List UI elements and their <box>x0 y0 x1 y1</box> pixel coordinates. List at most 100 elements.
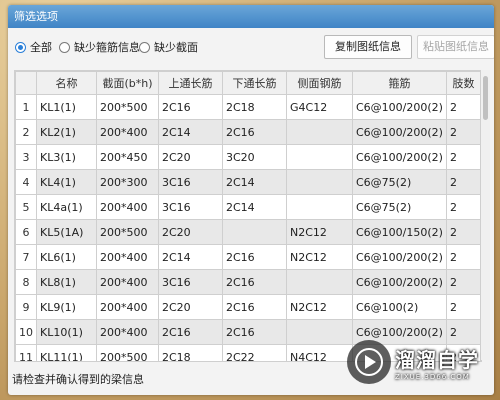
cell-stirrup[interactable]: C6@75(2) <box>352 194 447 220</box>
row-number[interactable]: 7 <box>15 244 37 270</box>
radio-missing-section[interactable]: 缺少截面 <box>139 39 198 55</box>
cell-side-rebar[interactable] <box>286 144 353 170</box>
cell-legs[interactable]: 2 <box>445 194 481 220</box>
cell-stirrup[interactable]: C6@100/150(2) <box>352 219 447 245</box>
cell-name[interactable]: KL11(1) <box>36 344 97 361</box>
cell-bottom-rebar[interactable]: 2C16 <box>222 294 287 320</box>
cell-section[interactable]: 200*500 <box>96 94 159 120</box>
table-row[interactable]: 6 KL5(1A) 200*500 2C20 N2C12 C6@100/150(2) 2 <box>15 219 481 245</box>
header-stirrup[interactable]: 箍筋 <box>352 71 447 95</box>
cell-section[interactable]: 200*400 <box>96 319 159 345</box>
cell-name[interactable]: KL1(1) <box>36 94 97 120</box>
cell-bottom-rebar[interactable]: 2C16 <box>222 319 287 345</box>
table-row[interactable]: 10 KL10(1) 200*400 2C16 2C16 C6@100/200(2) 2 <box>15 319 481 345</box>
cell-bottom-rebar[interactable]: 2C16 <box>222 119 287 145</box>
cell-top-rebar[interactable]: 2C20 <box>158 219 223 245</box>
table-row[interactable]: 1 KL1(1) 200*500 2C16 2C18 G4C12 C6@100/200(2)… <box>15 94 481 120</box>
cell-legs[interactable]: 2 <box>445 219 481 245</box>
cell-side-rebar[interactable] <box>286 169 353 195</box>
cell-section[interactable]: 200*400 <box>96 194 159 220</box>
cell-bottom-rebar[interactable]: 2C14 <box>222 169 287 195</box>
cell-legs[interactable]: 2 <box>445 144 481 170</box>
header-section[interactable]: 截面(b*h) <box>96 71 159 95</box>
table-row[interactable]: 8 KL8(1) 200*400 3C16 2C16 C6@100/200(2) 2 <box>15 269 481 295</box>
cell-legs[interactable]: 2 <box>445 319 481 345</box>
cell-name[interactable]: KL6(1) <box>36 244 97 270</box>
cell-bottom-rebar[interactable]: 2C22 <box>222 344 287 361</box>
cell-top-rebar[interactable]: 2C20 <box>158 144 223 170</box>
table-row[interactable]: 2 KL2(1) 200*400 2C14 2C16 C6@100/200(2) 2 <box>15 119 481 145</box>
cell-section[interactable]: 200*400 <box>96 119 159 145</box>
cell-legs[interactable]: 2 <box>445 244 481 270</box>
cell-stirrup[interactable]: C6@100/200(2) <box>352 119 447 145</box>
cell-stirrup[interactable]: C6@100/200(2) <box>352 269 447 295</box>
cell-legs[interactable]: 2 <box>445 94 481 120</box>
cell-section[interactable]: 200*400 <box>96 269 159 295</box>
cell-top-rebar[interactable]: 2C16 <box>158 319 223 345</box>
cell-top-rebar[interactable]: 2C16 <box>158 94 223 120</box>
cell-section[interactable]: 200*400 <box>96 244 159 270</box>
table-row[interactable]: 9 KL9(1) 200*400 2C20 2C16 N2C12 C6@100(2) 2 <box>15 294 481 320</box>
cell-top-rebar[interactable]: 2C14 <box>158 244 223 270</box>
cell-top-rebar[interactable]: 2C18 <box>158 344 223 361</box>
cell-top-rebar[interactable]: 3C16 <box>158 269 223 295</box>
cell-name[interactable]: KL4a(1) <box>36 194 97 220</box>
cell-side-rebar[interactable] <box>286 269 353 295</box>
table-row[interactable]: 11 KL11(1) 200*500 2C18 2C22 N4C12 2 <box>15 344 481 361</box>
cell-section[interactable]: 200*500 <box>96 219 159 245</box>
vertical-scrollbar[interactable] <box>481 70 490 360</box>
cell-section[interactable]: 200*400 <box>96 294 159 320</box>
header-bottom-rebar[interactable]: 下通长筋 <box>222 71 287 95</box>
cell-top-rebar[interactable]: 2C14 <box>158 119 223 145</box>
cell-stirrup[interactable]: C6@100/200(2) <box>352 144 447 170</box>
cell-stirrup[interactable]: C6@100/200(2) <box>352 94 447 120</box>
cell-side-rebar[interactable]: N2C12 <box>286 294 353 320</box>
cell-side-rebar[interactable] <box>286 194 353 220</box>
row-number[interactable]: 6 <box>15 219 37 245</box>
row-number[interactable]: 4 <box>15 169 37 195</box>
cell-stirrup[interactable]: C6@100/200(2) <box>352 244 447 270</box>
header-side-rebar[interactable]: 侧面钢筋 <box>286 71 353 95</box>
radio-missing-stirrup[interactable]: 缺少箍筋信息 <box>59 39 140 55</box>
radio-all[interactable]: 全部 <box>15 39 52 55</box>
paste-drawing-info-button[interactable]: 粘贴图纸信息 <box>417 35 494 59</box>
cell-bottom-rebar[interactable]: 2C14 <box>222 194 287 220</box>
cell-name[interactable]: KL5(1A) <box>36 219 97 245</box>
cell-stirrup[interactable]: C6@75(2) <box>352 169 447 195</box>
cell-top-rebar[interactable]: 2C20 <box>158 294 223 320</box>
row-number[interactable]: 10 <box>15 319 37 345</box>
cell-name[interactable]: KL10(1) <box>36 319 97 345</box>
cell-name[interactable]: KL3(1) <box>36 144 97 170</box>
cell-bottom-rebar[interactable] <box>222 219 287 245</box>
cell-bottom-rebar[interactable]: 2C18 <box>222 94 287 120</box>
cell-name[interactable]: KL4(1) <box>36 169 97 195</box>
row-number[interactable]: 3 <box>15 144 37 170</box>
table-row[interactable]: 7 KL6(1) 200*400 2C14 2C16 N2C12 C6@100/200(2)… <box>15 244 481 270</box>
row-number[interactable]: 11 <box>15 344 37 361</box>
scrollbar-thumb[interactable] <box>483 76 488 120</box>
cell-bottom-rebar[interactable]: 3C20 <box>222 144 287 170</box>
row-number[interactable]: 8 <box>15 269 37 295</box>
cell-legs[interactable]: 2 <box>445 119 481 145</box>
cell-side-rebar[interactable]: G4C12 <box>286 94 353 120</box>
table-row[interactable]: 4 KL4(1) 200*300 3C16 2C14 C6@75(2) 2 <box>15 169 481 195</box>
cell-stirrup[interactable]: C6@100(2) <box>352 294 447 320</box>
table-row[interactable]: 3 KL3(1) 200*450 2C20 3C20 C6@100/200(2) 2 <box>15 144 481 170</box>
row-number[interactable]: 9 <box>15 294 37 320</box>
header-top-rebar[interactable]: 上通长筋 <box>158 71 223 95</box>
table-row[interactable]: 5 KL4a(1) 200*400 3C16 2C14 C6@75(2) 2 <box>15 194 481 220</box>
cell-side-rebar[interactable] <box>286 319 353 345</box>
radio-missing-section-indicator[interactable] <box>139 41 150 53</box>
cell-name[interactable]: KL2(1) <box>36 119 97 145</box>
row-number[interactable]: 2 <box>15 119 37 145</box>
cell-legs[interactable]: 2 <box>445 169 481 195</box>
radio-all-indicator[interactable] <box>15 41 26 53</box>
cell-name[interactable]: KL9(1) <box>36 294 97 320</box>
cell-legs[interactable]: 2 <box>445 269 481 295</box>
cell-name[interactable]: KL8(1) <box>36 269 97 295</box>
cell-side-rebar[interactable]: N4C12 <box>286 344 353 361</box>
row-number[interactable]: 1 <box>15 94 37 120</box>
header-legs[interactable]: 肢数 <box>445 71 481 95</box>
cell-bottom-rebar[interactable]: 2C16 <box>222 244 287 270</box>
cell-section[interactable]: 200*450 <box>96 144 159 170</box>
